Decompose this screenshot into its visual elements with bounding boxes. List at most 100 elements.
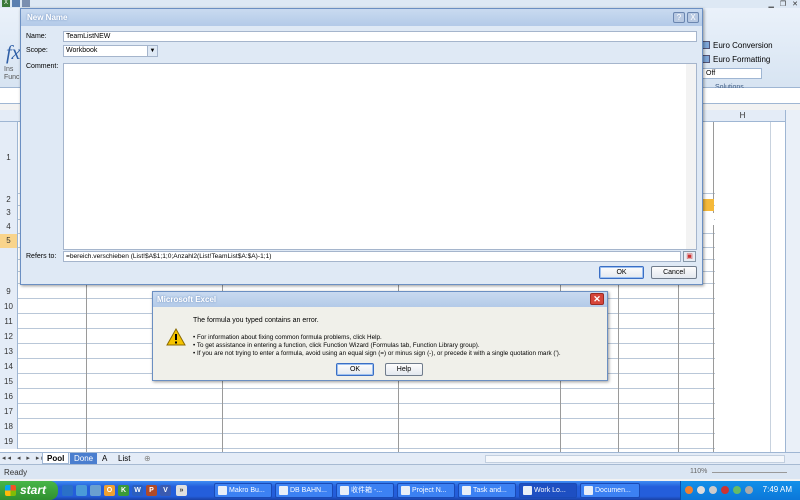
task-button-makro[interactable]: Makro Bu... — [214, 483, 272, 498]
task-button-inbox[interactable]: 收件箱 -... — [336, 483, 394, 498]
excel-title-bar: X ▁ ❐ ✕ — [0, 0, 800, 8]
sheet-tab-done[interactable]: Done — [70, 453, 98, 464]
excel-app-icon[interactable]: X — [2, 0, 10, 7]
name-label: Name: — [26, 33, 47, 40]
row-header[interactable]: 17 — [0, 404, 18, 419]
cancel-button[interactable]: Cancel — [651, 266, 697, 279]
refers-to-field[interactable]: =bereich.verschieben (List!$A$1;1;0;Anza… — [63, 251, 681, 262]
task-button-document[interactable]: Documen... — [580, 483, 640, 498]
scope-dropdown[interactable]: Workbook ▼ — [63, 45, 158, 57]
close-icon[interactable]: ✕ — [590, 293, 604, 305]
new-name-title-bar[interactable]: New Name ? X — [21, 9, 702, 26]
windows-logo-icon — [5, 485, 16, 496]
task-button-label: 收件箱 -... — [351, 487, 383, 494]
name-field[interactable]: TeamListNEW — [63, 31, 697, 42]
task-button-label: Task and... — [473, 487, 507, 494]
row-header[interactable]: 9 — [0, 284, 18, 299]
task-window-icon — [584, 486, 593, 495]
euro-conversion-button[interactable]: Euro Conversion — [702, 38, 773, 52]
row-header[interactable]: 1 — [0, 122, 18, 194]
task-button-task[interactable]: Task and... — [458, 483, 516, 498]
tray-icon-network[interactable] — [697, 486, 705, 494]
status-bar: Ready 110% — [0, 464, 800, 479]
euro-formatting-icon — [702, 55, 710, 63]
error-dialog: Microsoft Excel ✕ The formula you typed … — [152, 291, 608, 381]
close-icon[interactable]: X — [687, 12, 699, 23]
task-button-project[interactable]: Project N... — [397, 483, 455, 498]
row-header[interactable]: 12 — [0, 329, 18, 344]
help-icon[interactable]: ? — [673, 12, 685, 23]
task-window-icon — [340, 486, 349, 495]
row-header[interactable]: 13 — [0, 344, 18, 359]
gridline — [18, 433, 715, 434]
task-button-db-bahn[interactable]: DB BAHN... — [275, 483, 333, 498]
tray-clock[interactable]: 7:49 AM — [763, 485, 792, 494]
row-header[interactable]: 3 — [0, 206, 18, 220]
tray-icon-volume[interactable] — [709, 486, 717, 494]
error-title-bar[interactable]: Microsoft Excel ✕ — [153, 292, 607, 307]
insert-function-icon[interactable]: fx — [6, 42, 20, 65]
row-header[interactable]: 11 — [0, 314, 18, 329]
task-button-work-log[interactable]: Work Lo... — [519, 483, 577, 498]
minimize-icon[interactable]: ▁ — [768, 0, 773, 8]
chevron-down-icon[interactable]: ▼ — [147, 46, 157, 56]
row-header[interactable]: 5 — [0, 234, 18, 248]
sheet-nav-arrows[interactable]: ◂◂ ◂ ▸ ▸▸ — [2, 454, 47, 462]
zoom-slider[interactable] — [712, 472, 787, 473]
comment-textarea[interactable] — [63, 63, 697, 250]
save-icon[interactable] — [12, 0, 20, 7]
row-header[interactable]: 19 — [0, 434, 18, 449]
tray-icon-security[interactable] — [721, 486, 729, 494]
restore-icon[interactable]: ❐ — [780, 0, 786, 8]
column-header-h[interactable]: H — [715, 110, 770, 122]
row-header[interactable] — [0, 260, 18, 272]
row-header[interactable]: 14 — [0, 359, 18, 374]
row-header[interactable] — [0, 248, 18, 260]
zoom-level[interactable]: 110% — [690, 468, 707, 475]
euro-formatting-button[interactable]: Euro Formatting — [702, 52, 773, 66]
quicklaunch-explorer-icon[interactable] — [90, 485, 101, 496]
row-header[interactable]: 16 — [0, 389, 18, 404]
ok-button[interactable]: OK — [599, 266, 644, 279]
insert-function-label: Ins Func — [4, 66, 20, 82]
vertical-scrollbar[interactable] — [785, 110, 800, 452]
quicklaunch-outlook-icon[interactable]: O — [104, 485, 115, 496]
row-header[interactable]: 18 — [0, 419, 18, 434]
euro-formatting-label: Euro Formatting — [713, 54, 771, 64]
sheet-tab-a[interactable]: A — [98, 453, 111, 464]
quicklaunch-desktop-icon[interactable] — [76, 485, 87, 496]
row-header[interactable]: 15 — [0, 374, 18, 389]
tray-icon-misc[interactable] — [745, 486, 753, 494]
task-button-label: Makro Bu... — [229, 487, 265, 494]
comment-scrollbar[interactable] — [686, 64, 696, 249]
sheet-tab-pool[interactable]: Pool — [42, 453, 70, 464]
error-help-button[interactable]: Help — [385, 363, 423, 376]
horizontal-scrollbar[interactable] — [485, 455, 785, 463]
quicklaunch-word-icon[interactable]: W — [132, 485, 143, 496]
window-controls: ▁ ❐ ✕ — [768, 0, 798, 8]
sheet-tab-list[interactable]: List — [114, 453, 134, 464]
error-bullet: • For information about fixing common fo… — [193, 334, 382, 341]
error-ok-button[interactable]: OK — [336, 363, 374, 376]
undo-icon[interactable] — [22, 0, 30, 7]
start-button[interactable]: start — [0, 481, 58, 500]
row-header[interactable]: 10 — [0, 299, 18, 314]
row-header[interactable] — [0, 272, 18, 284]
quicklaunch-excel-icon[interactable]: K — [118, 485, 129, 496]
tray-icon-outlook[interactable] — [685, 486, 693, 494]
quicklaunch-more-icon[interactable]: » — [176, 485, 187, 496]
collapse-dialog-icon[interactable]: ▣ — [683, 251, 696, 262]
quicklaunch-visio-icon[interactable]: V — [160, 485, 171, 496]
quicklaunch-powerpoint-icon[interactable]: P — [146, 485, 157, 496]
euro-format-dropdown[interactable]: Off — [702, 67, 762, 79]
insert-sheet-icon[interactable]: ⊕ — [140, 453, 155, 464]
column-gridline — [86, 282, 87, 452]
row-header[interactable]: 2 — [0, 194, 18, 206]
close-icon[interactable]: ✕ — [792, 0, 798, 8]
row-header[interactable]: 4 — [0, 220, 18, 234]
new-name-dialog: New Name ? X Name: TeamListNEW Scope: Wo… — [20, 8, 703, 285]
comment-label: Comment: — [26, 63, 59, 70]
quicklaunch-ie-icon[interactable] — [62, 485, 73, 496]
start-label: start — [20, 483, 47, 497]
tray-icon-update[interactable] — [733, 486, 741, 494]
